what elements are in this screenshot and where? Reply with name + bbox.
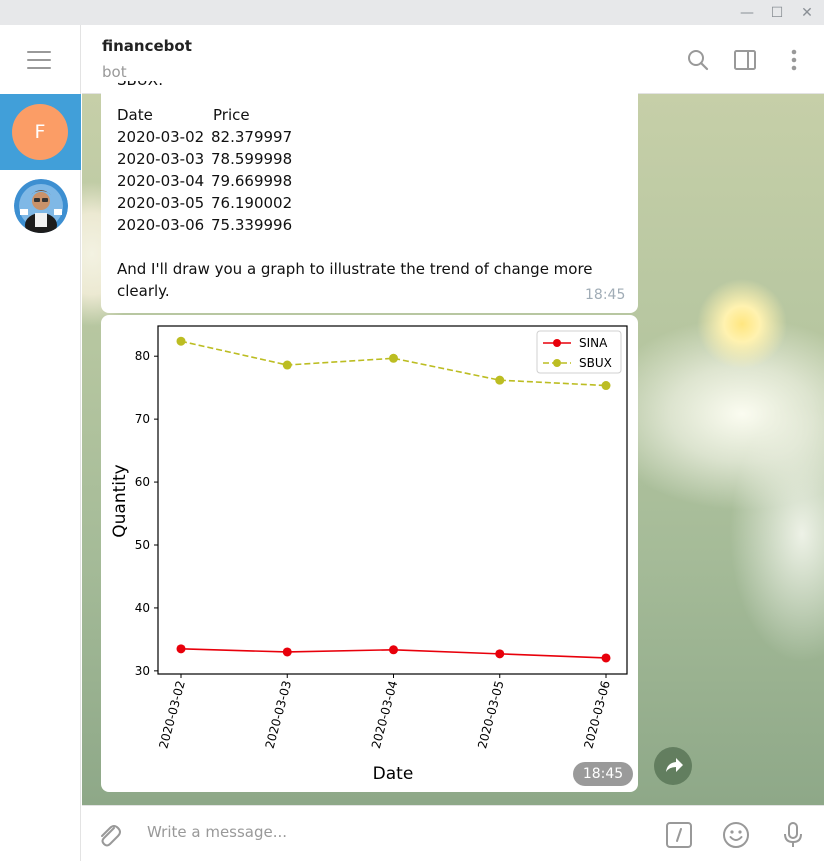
message-text: And I'll draw you a graph to illustrate …	[117, 260, 593, 278]
row-date: 2020-03-06	[117, 216, 205, 234]
chat-list-sidebar: F	[0, 25, 81, 861]
window-titlebar: — ☐ ✕	[0, 0, 824, 25]
data-point-sina	[282, 647, 292, 657]
row-price: 75.339996	[211, 216, 293, 234]
legend-label: SINA	[579, 336, 608, 350]
data-point-sbux	[282, 360, 292, 370]
search-icon[interactable]	[685, 47, 711, 73]
y-tick-label: 70	[135, 412, 150, 426]
row-date: 2020-03-04	[117, 172, 205, 190]
chat-subtitle: bot	[102, 63, 127, 81]
chat-item-financebot[interactable]: F	[0, 94, 81, 170]
data-point-sbux	[176, 336, 186, 346]
attach-icon[interactable]	[94, 820, 124, 850]
x-axis-label: Date	[373, 764, 414, 784]
microphone-icon[interactable]	[778, 820, 808, 850]
message-input[interactable]: Write a message...	[147, 823, 287, 841]
data-point-sina	[176, 644, 186, 654]
y-tick-label: 40	[135, 601, 150, 615]
row-price: 79.669998	[211, 172, 293, 190]
row-price: 82.379997	[211, 128, 293, 146]
chart-image[interactable]: 30 40 50 60 70 80 2020-03-02 2020-03-03 2020-03-…	[101, 315, 638, 792]
image-time-badge: 18:45	[573, 762, 633, 786]
x-tick-label: 2020-03-05	[475, 679, 507, 750]
bot-command-icon[interactable]	[664, 820, 694, 850]
emoji-icon[interactable]	[721, 820, 751, 850]
maximize-icon[interactable]: ☐	[767, 3, 787, 23]
table-header-date: Date	[117, 106, 153, 124]
minimize-icon[interactable]: —	[737, 3, 757, 23]
avatar: F	[12, 104, 68, 160]
plot-frame	[157, 325, 628, 675]
y-tick-label: 60	[135, 475, 150, 489]
x-tick-label: 2020-03-06	[581, 679, 613, 750]
message-time: 18:45	[585, 287, 626, 303]
x-tick-label: 2020-03-02	[156, 679, 188, 750]
table-header-price: Price	[213, 106, 250, 124]
legend-label: SBUX	[579, 356, 612, 370]
more-vertical-icon[interactable]	[781, 47, 807, 73]
message-bubble[interactable]: SBUX: Date Price 2020-03-02 82.379997 20…	[101, 81, 638, 313]
x-tick-label: 2020-03-04	[369, 679, 401, 750]
hamburger-icon[interactable]	[27, 51, 51, 69]
x-tick-label: 2020-03-03	[263, 679, 295, 750]
share-icon[interactable]	[654, 747, 692, 785]
image-message-bubble[interactable]: 30 40 50 60 70 80 2020-03-02 2020-03-03 2020-03-…	[101, 315, 638, 792]
y-tick-label: 30	[135, 664, 150, 678]
row-date: 2020-03-05	[117, 194, 205, 212]
chat-title[interactable]: financebot	[102, 37, 192, 55]
data-point-sbux	[495, 375, 505, 385]
bot-avatar-icon[interactable]	[14, 179, 68, 233]
message-text-cut: SBUX:	[117, 81, 163, 91]
data-point-sina	[495, 649, 505, 659]
close-icon[interactable]: ✕	[797, 3, 817, 23]
row-date: 2020-03-02	[117, 128, 205, 146]
data-point-sina	[389, 645, 398, 655]
data-point-sbux	[389, 353, 398, 363]
row-date: 2020-03-03	[117, 150, 205, 168]
data-point-sbux	[601, 381, 611, 391]
row-price: 78.599998	[211, 150, 293, 168]
y-tick-label: 80	[135, 349, 150, 363]
sidebar-toggle-icon[interactable]	[732, 47, 758, 73]
message-text: clearly.	[117, 282, 170, 300]
row-price: 76.190002	[211, 194, 293, 212]
message-composer: Write a message...	[82, 805, 824, 861]
y-tick-label: 50	[135, 538, 150, 552]
legend-marker-sbux	[553, 359, 561, 367]
data-point-sina	[601, 653, 611, 663]
legend-marker-sina	[553, 339, 561, 347]
y-axis-label: Quantity	[110, 464, 130, 537]
